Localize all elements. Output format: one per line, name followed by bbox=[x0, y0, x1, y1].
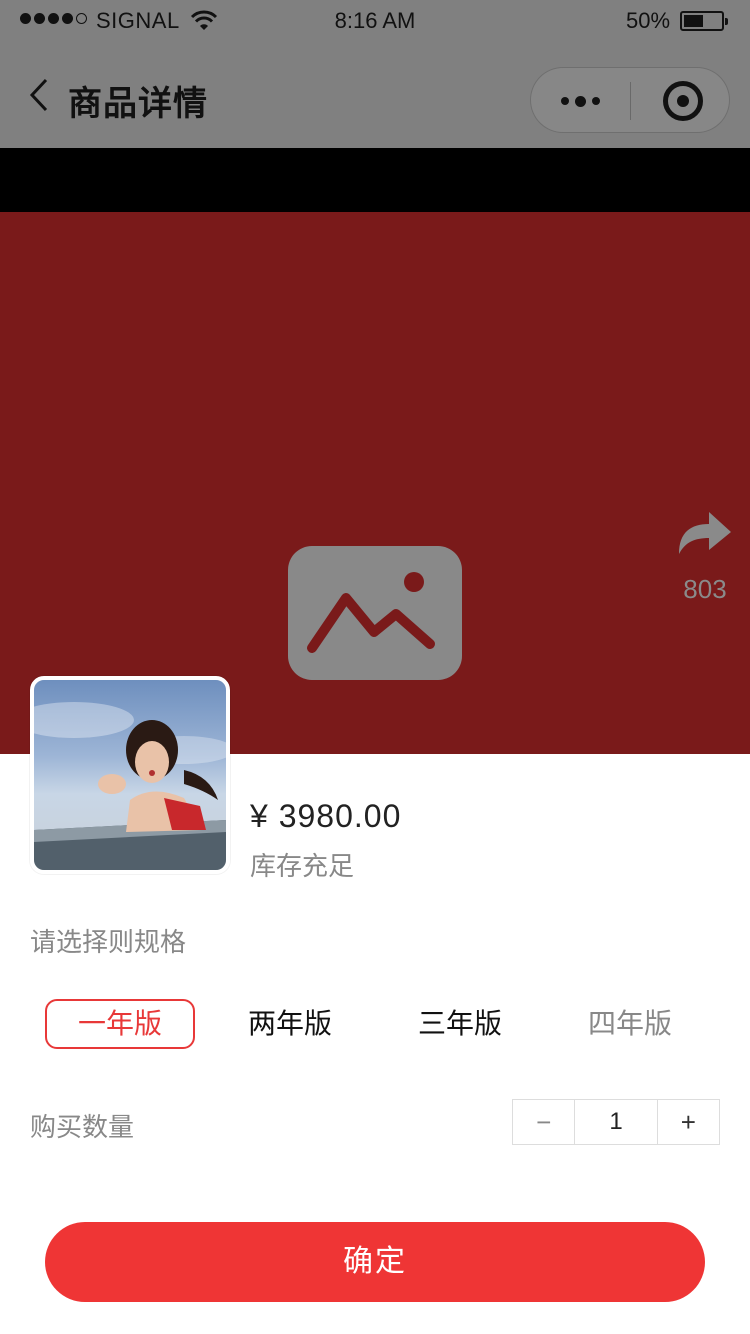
product-image: 803 bbox=[0, 212, 750, 754]
spec-option-4: 四年版 bbox=[587, 1008, 672, 1039]
image-placeholder-icon bbox=[288, 546, 462, 680]
status-bar: SIGNAL 8:16 AM 50% bbox=[0, 0, 750, 40]
share-count: 803 bbox=[683, 574, 727, 604]
confirm-button[interactable]: 确定 bbox=[45, 1222, 705, 1302]
share-arrow-icon bbox=[679, 512, 731, 554]
stock-status: 库存充足 bbox=[250, 851, 355, 881]
quantity-stepper: − 1 + bbox=[512, 1099, 720, 1145]
quantity-label: 购买数量 bbox=[30, 1112, 135, 1142]
page-title: 商品详情 bbox=[68, 85, 208, 123]
sku-picker-screen: SIGNAL 8:16 AM 50% 商品详情 803 ¥ 3980.00 库存… bbox=[0, 0, 750, 1334]
share-button[interactable]: 803 bbox=[672, 508, 738, 605]
product-photo bbox=[34, 702, 226, 870]
increment-button[interactable]: + bbox=[658, 1100, 719, 1144]
top-band bbox=[0, 148, 750, 212]
battery-icon bbox=[680, 11, 728, 31]
decrement-button[interactable]: − bbox=[513, 1100, 574, 1144]
mini-program-capsule bbox=[530, 67, 730, 133]
product-thumbnail bbox=[30, 676, 230, 874]
capsule-divider bbox=[630, 82, 631, 120]
spec-option-3[interactable]: 三年版 bbox=[385, 999, 535, 1049]
product-price: ¥ 3980.00 bbox=[250, 798, 402, 834]
more-dots-icon[interactable] bbox=[561, 96, 600, 107]
navigation-bar: 商品详情 bbox=[0, 40, 750, 148]
quantity-input[interactable]: 1 bbox=[574, 1100, 658, 1144]
spec-option-1[interactable]: 一年版 bbox=[45, 999, 195, 1049]
chevron-left-icon[interactable] bbox=[28, 78, 50, 112]
battery-percentage: 50% bbox=[626, 8, 671, 33]
spec-section-label: 请选择则规格 bbox=[30, 927, 187, 957]
target-icon[interactable] bbox=[663, 81, 703, 121]
spec-option-2[interactable]: 两年版 bbox=[215, 999, 365, 1049]
